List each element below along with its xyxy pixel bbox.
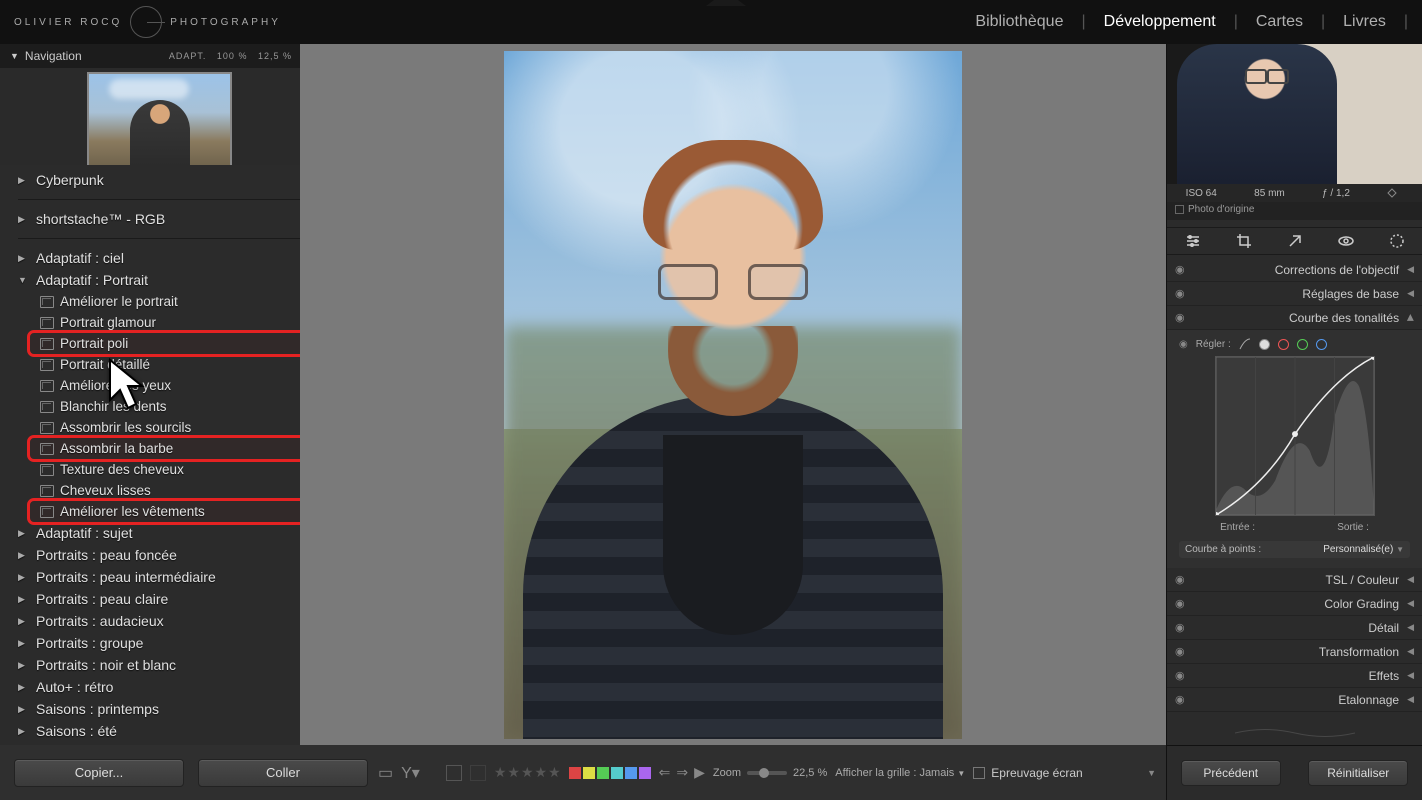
curve-input-label: Entrée : bbox=[1220, 522, 1255, 533]
app-header: OLIVIER ROCQ PHOTOGRAPHY Bibliothèque | … bbox=[0, 0, 1422, 44]
exif-focal: 85 mm bbox=[1254, 188, 1285, 199]
navigator-thumbnail[interactable] bbox=[87, 72, 232, 172]
canvas-area[interactable] bbox=[300, 44, 1166, 745]
lens-corrections-section[interactable]: ◉Corrections de l'objectif◀ bbox=[1167, 258, 1422, 282]
star-rating[interactable]: ★★★★★ bbox=[494, 764, 561, 781]
logo-text-right: PHOTOGRAPHY bbox=[170, 17, 281, 28]
zoom-value: 22,5 % bbox=[793, 767, 827, 779]
color-swatch[interactable] bbox=[583, 767, 595, 779]
zoom-label: Zoom bbox=[713, 767, 741, 779]
compare-view-icon[interactable]: Y▾ bbox=[401, 763, 420, 783]
tone-curve-body: ◉ Régler : bbox=[1167, 330, 1422, 568]
curve-output-label: Sortie : bbox=[1337, 522, 1369, 533]
module-library[interactable]: Bibliothèque bbox=[975, 13, 1063, 31]
logo-text-left: OLIVIER ROCQ bbox=[14, 17, 122, 28]
main-photo bbox=[504, 51, 962, 739]
redeye-icon[interactable] bbox=[1338, 233, 1354, 249]
play-icon[interactable]: ▶ bbox=[694, 764, 705, 781]
detail-section[interactable]: ◉Détail◀ bbox=[1167, 616, 1422, 640]
grid-overlay-selector[interactable]: Afficher la grille : Jamais ▼ bbox=[835, 767, 965, 779]
reset-button[interactable]: Réinitialiser bbox=[1308, 760, 1408, 786]
prev-photo-icon[interactable]: ⇐ bbox=[659, 764, 671, 781]
channel-selector[interactable]: ◉ Régler : bbox=[1179, 338, 1410, 350]
cursor-pointer bbox=[108, 358, 152, 419]
effects-section[interactable]: ◉Effets◀ bbox=[1167, 664, 1422, 688]
paste-settings-button[interactable]: Coller bbox=[198, 759, 368, 787]
tone-curve-editor[interactable] bbox=[1215, 356, 1375, 516]
panel-end-ornament bbox=[1167, 722, 1422, 744]
color-swatch[interactable] bbox=[611, 767, 623, 779]
softproof-toggle[interactable]: Epreuvage écran bbox=[973, 766, 1082, 780]
chevron-down-icon: ▼ bbox=[10, 51, 19, 61]
color-swatch[interactable] bbox=[625, 767, 637, 779]
histogram-exif-row: ISO 64 85 mm ƒ / 1,2 bbox=[1167, 184, 1422, 202]
module-picker: Bibliothèque | Développement | Cartes | … bbox=[975, 13, 1408, 31]
toolbar-chevron-icon[interactable]: ▼ bbox=[1147, 768, 1156, 778]
clipping-indicator-icon[interactable] bbox=[1387, 188, 1403, 198]
navigator-panel-header[interactable]: ▼ Navigation ADAPT. 100 % 12,5 % bbox=[0, 44, 300, 68]
healing-icon[interactable] bbox=[1287, 233, 1303, 249]
transform-section[interactable]: ◉Transformation◀ bbox=[1167, 640, 1422, 664]
crop-icon[interactable] bbox=[1236, 233, 1252, 249]
basic-section[interactable]: ◉Réglages de base◀ bbox=[1167, 282, 1422, 306]
exif-aperture: ƒ / 1,2 bbox=[1322, 188, 1350, 199]
calibration-section[interactable]: ◉Etalonnage◀ bbox=[1167, 688, 1422, 712]
edit-sliders-icon[interactable] bbox=[1185, 233, 1201, 249]
zoom-slider-group[interactable]: Zoom 22,5 % bbox=[713, 767, 827, 779]
red-channel-dot[interactable] bbox=[1278, 339, 1289, 350]
develop-right-panel: ISO 64 85 mm ƒ / 1,2 Photo d'origine ◉Co… bbox=[1166, 44, 1422, 800]
module-map[interactable]: Cartes bbox=[1256, 13, 1303, 31]
original-photo-row[interactable]: Photo d'origine bbox=[1167, 202, 1422, 220]
point-curve-selector[interactable]: Courbe à points : Personnalisé(e) ▼ bbox=[1179, 541, 1410, 558]
tsl-section[interactable]: ◉TSL / Couleur◀ bbox=[1167, 568, 1422, 592]
zoom-level-picker[interactable]: ADAPT. 100 % 12,5 % bbox=[169, 51, 292, 61]
rgb-channel-dot[interactable] bbox=[1259, 339, 1270, 350]
bottom-toolbar: Copier... Coller ▭ Y▾ ★★★★★ ⇐ ⇒ ▶ Zoom 2… bbox=[0, 745, 1166, 800]
flag-reject-icon[interactable] bbox=[470, 765, 486, 781]
navigator-title: Navigation bbox=[25, 49, 82, 63]
logo-mark bbox=[130, 6, 162, 38]
green-channel-dot[interactable] bbox=[1297, 339, 1308, 350]
color-label-swatches[interactable] bbox=[569, 767, 651, 779]
module-develop[interactable]: Développement bbox=[1104, 13, 1216, 31]
copy-settings-button[interactable]: Copier... bbox=[14, 759, 184, 787]
exif-iso: ISO 64 bbox=[1186, 188, 1217, 199]
regler-label: Régler : bbox=[1196, 339, 1231, 350]
module-book[interactable]: Livres bbox=[1343, 13, 1386, 31]
color-swatch[interactable] bbox=[569, 767, 581, 779]
flag-pick-icon[interactable] bbox=[446, 765, 462, 781]
blue-channel-dot[interactable] bbox=[1316, 339, 1327, 350]
tone-curve-section[interactable]: ◉Courbe des tonalités◀ bbox=[1167, 306, 1422, 330]
masking-icon[interactable] bbox=[1389, 233, 1405, 249]
next-photo-icon[interactable]: ⇒ bbox=[676, 764, 688, 781]
right-bottom-bar: Précédent Réinitialiser bbox=[1167, 745, 1422, 800]
color-swatch[interactable] bbox=[639, 767, 651, 779]
color-swatch[interactable] bbox=[597, 767, 609, 779]
previous-button[interactable]: Précédent bbox=[1181, 760, 1281, 786]
color-grading-section[interactable]: ◉Color Grading◀ bbox=[1167, 592, 1422, 616]
parametric-curve-icon[interactable] bbox=[1239, 338, 1251, 350]
loupe-view-icon[interactable]: ▭ bbox=[378, 763, 393, 783]
identity-plate: OLIVIER ROCQ PHOTOGRAPHY bbox=[14, 6, 281, 38]
local-adjustment-tools bbox=[1167, 227, 1422, 255]
webcam-overlay bbox=[1167, 44, 1422, 184]
